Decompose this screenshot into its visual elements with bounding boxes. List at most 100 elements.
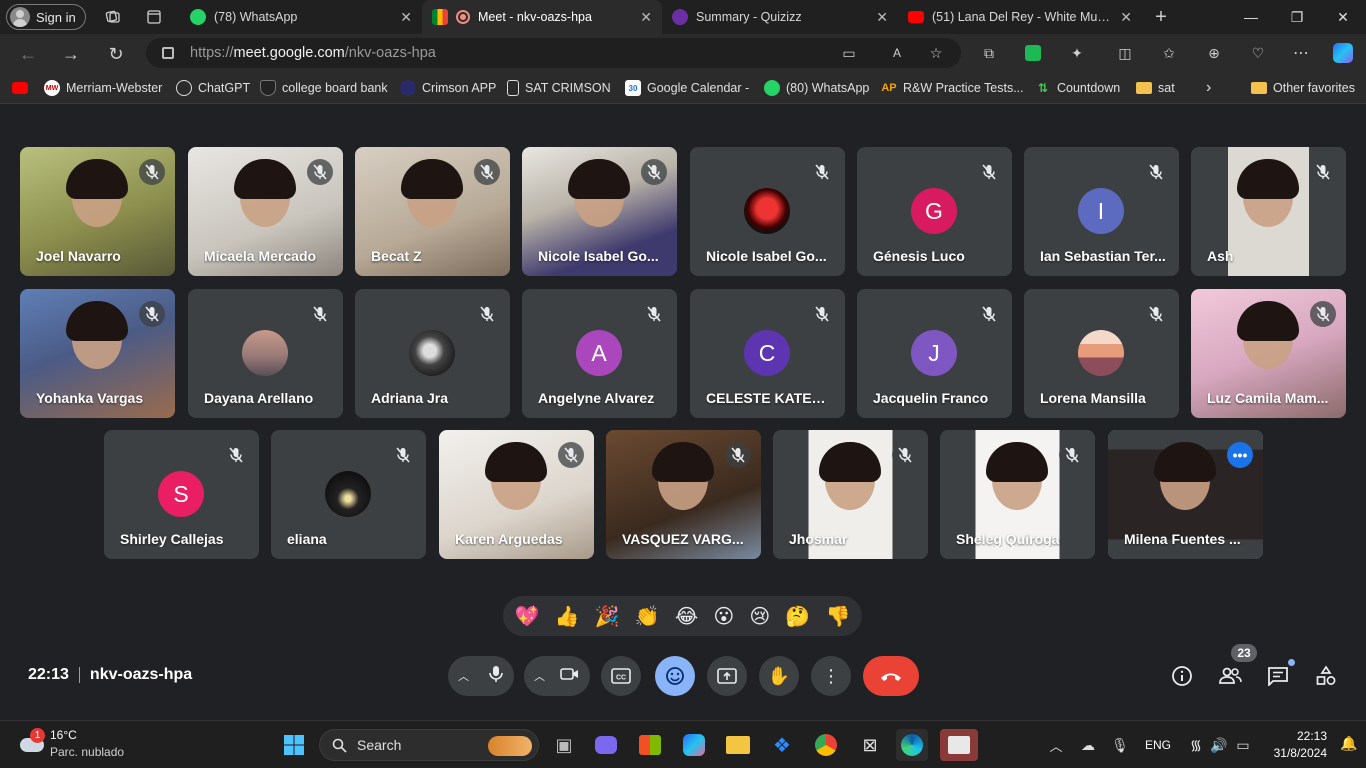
participant-tile[interactable]: ••• Milena Fuentes ... — [1108, 430, 1263, 559]
microsoft-store-icon[interactable] — [639, 735, 661, 755]
active-app-taskbar-button[interactable] — [940, 729, 978, 761]
new-tab-icon[interactable]: + — [1150, 6, 1172, 28]
surprised-reaction-button[interactable]: 😮 — [713, 604, 734, 629]
bookmark-crimson-app[interactable]: Crimson APP — [400, 78, 496, 98]
bookmark-college-board-bank[interactable]: college board bank — [260, 78, 388, 98]
participant-tile[interactable]: Dayana Arellano — [188, 289, 343, 418]
microphone-tray-icon[interactable]: 🎙 — [1104, 729, 1136, 761]
chat-button[interactable] — [1265, 659, 1295, 689]
participant-tile[interactable]: I Ian Sebastian Ter... — [1024, 147, 1179, 276]
participant-tile[interactable]: Sheleg Quiroga — [940, 430, 1095, 559]
favorites-icon[interactable]: ✩ — [1158, 42, 1180, 64]
language-indicator[interactable]: ENG — [1145, 738, 1171, 752]
tile-options-icon[interactable]: ••• — [1227, 442, 1253, 468]
bookmarks-overflow-chevron-icon[interactable]: › — [1206, 78, 1211, 98]
bookmark-sat-crimson[interactable]: SAT CRIMSON — [507, 78, 611, 98]
bookmark-folder-sat[interactable]: sat — [1136, 78, 1175, 98]
close-icon[interactable]: ✕ — [640, 9, 652, 26]
laugh-reaction-button[interactable]: 😂 — [675, 604, 698, 629]
copilot-icon[interactable] — [1333, 43, 1353, 63]
camera-blocked-icon[interactable]: ▭ — [838, 42, 860, 64]
participant-tile[interactable]: Luz Camila Mam... — [1191, 289, 1346, 418]
bookmark-chatgpt[interactable]: ChatGPT — [176, 78, 250, 98]
battery-icon[interactable]: ▭ — [1227, 729, 1259, 761]
thumbs-down-reaction-button[interactable]: 👎 — [825, 604, 850, 629]
minimize-icon[interactable]: — — [1228, 0, 1274, 34]
weather-widget[interactable]: 1 — [18, 728, 46, 758]
meeting-code[interactable]: nkv-oazs-hpa — [90, 666, 192, 684]
split-screen-icon[interactable]: ◫ — [1114, 42, 1136, 64]
participant-tile[interactable]: G Génesis Luco — [857, 147, 1012, 276]
more-menu-icon[interactable]: ⋯ — [1290, 42, 1312, 64]
close-icon[interactable]: ✕ — [876, 9, 888, 26]
thinking-reaction-button[interactable]: 🤔 — [785, 604, 810, 629]
participant-tile[interactable]: Becat Z — [355, 147, 510, 276]
workspaces-icon[interactable] — [102, 6, 124, 28]
participant-tile[interactable]: Ash — [1191, 147, 1346, 276]
bookmark-merriam-webster[interactable]: MW Merriam-Webster — [44, 78, 162, 98]
close-window-icon[interactable]: ✕ — [1320, 0, 1366, 34]
participant-tile[interactable]: C CELESTE KATERI... — [690, 289, 845, 418]
participant-tile[interactable]: Nicole Isabel Go... — [690, 147, 845, 276]
camera-options-chevron-icon[interactable]: ︿ — [534, 668, 545, 684]
more-options-button[interactable]: ⋮ — [811, 656, 851, 696]
tab-quizizz[interactable]: Summary - Quizizz ✕ — [662, 0, 898, 34]
copilot-app-icon[interactable] — [683, 734, 705, 756]
participant-tile[interactable]: Micaela Mercado — [188, 147, 343, 276]
bookmark-other-favorites[interactable]: Other favorites — [1251, 78, 1355, 98]
tab-actions-icon[interactable] — [143, 6, 165, 28]
bookmark-countdown[interactable]: ⇅ Countdown — [1035, 78, 1120, 98]
chrome-icon[interactable] — [815, 734, 837, 756]
activities-button[interactable] — [1313, 663, 1339, 689]
tray-overflow-chevron-icon[interactable]: ︿ — [1040, 729, 1072, 761]
close-icon[interactable]: ✕ — [400, 9, 412, 26]
task-view-icon[interactable]: ▣ — [548, 729, 580, 761]
collections-icon[interactable]: ⧉ — [978, 42, 1000, 64]
mic-options-chevron-icon[interactable]: ︿ — [458, 668, 469, 684]
participant-tile[interactable]: eliana — [271, 430, 426, 559]
collections-add-icon[interactable]: ⊕ — [1203, 42, 1225, 64]
restore-icon[interactable]: ❐ — [1274, 0, 1320, 34]
thumbs-up-reaction-button[interactable]: 👍 — [555, 604, 580, 629]
people-button[interactable] — [1217, 663, 1243, 689]
reload-icon[interactable]: ↻ — [104, 42, 128, 66]
extension-icon[interactable] — [1025, 45, 1041, 61]
participant-tile[interactable]: J Jacquelin Franco — [857, 289, 1012, 418]
dropbox-icon[interactable]: ❖ — [766, 729, 798, 761]
party-reaction-button[interactable]: 🎉 — [595, 604, 620, 629]
heart-reaction-button[interactable]: 💖 — [515, 604, 540, 629]
bookmark-google-calendar[interactable]: 30 Google Calendar - — [625, 78, 749, 98]
capcut-icon[interactable]: ⊠ — [854, 729, 886, 761]
emoji-reactions-button[interactable] — [655, 656, 695, 696]
back-icon[interactable]: ← — [16, 42, 40, 66]
bookmark-youtube[interactable] — [12, 78, 28, 98]
forward-icon[interactable]: → — [59, 42, 83, 66]
present-screen-button[interactable] — [707, 656, 747, 696]
leave-call-button[interactable] — [863, 656, 919, 696]
participant-tile[interactable]: Lorena Mansilla — [1024, 289, 1179, 418]
tab-youtube[interactable]: (51) Lana Del Rey - White Mustang ✕ — [898, 0, 1142, 34]
chat-app-icon[interactable] — [595, 736, 617, 754]
close-icon[interactable]: ✕ — [1120, 9, 1132, 26]
camera-button[interactable] — [560, 667, 580, 686]
participant-tile[interactable]: S Shirley Callejas — [104, 430, 259, 559]
participant-tile[interactable]: Joel Navarro — [20, 147, 175, 276]
network-cloud-icon[interactable]: ☁ — [1072, 729, 1104, 761]
edge-taskbar-button[interactable] — [896, 729, 928, 761]
bookmark-whatsapp[interactable]: (80) WhatsApp — [764, 78, 869, 98]
extensions-puzzle-icon[interactable]: ✦ — [1066, 42, 1088, 64]
tab-whatsapp[interactable]: (78) WhatsApp ✕ — [180, 0, 422, 34]
file-explorer-icon[interactable] — [726, 736, 750, 754]
sad-reaction-button[interactable]: 😢 — [749, 604, 770, 629]
participant-tile[interactable]: VASQUEZ VARG... — [606, 430, 761, 559]
raise-hand-button[interactable]: ✋ — [759, 656, 799, 696]
clap-reaction-button[interactable]: 👏 — [635, 604, 660, 629]
profile-sign-in-button[interactable]: Sign in — [6, 4, 86, 30]
favorite-star-icon[interactable]: ☆ — [925, 42, 947, 64]
tab-meet[interactable]: Meet - nkv-oazs-hpa ✕ — [422, 0, 662, 34]
read-aloud-icon[interactable]: A — [886, 42, 908, 64]
microphone-button[interactable] — [488, 665, 504, 688]
browser-essentials-icon[interactable]: ♡ — [1247, 42, 1269, 64]
bookmark-rw-practice-tests[interactable]: AP R&W Practice Tests... — [881, 78, 1023, 98]
participant-tile[interactable]: A Angelyne Alvarez — [522, 289, 677, 418]
